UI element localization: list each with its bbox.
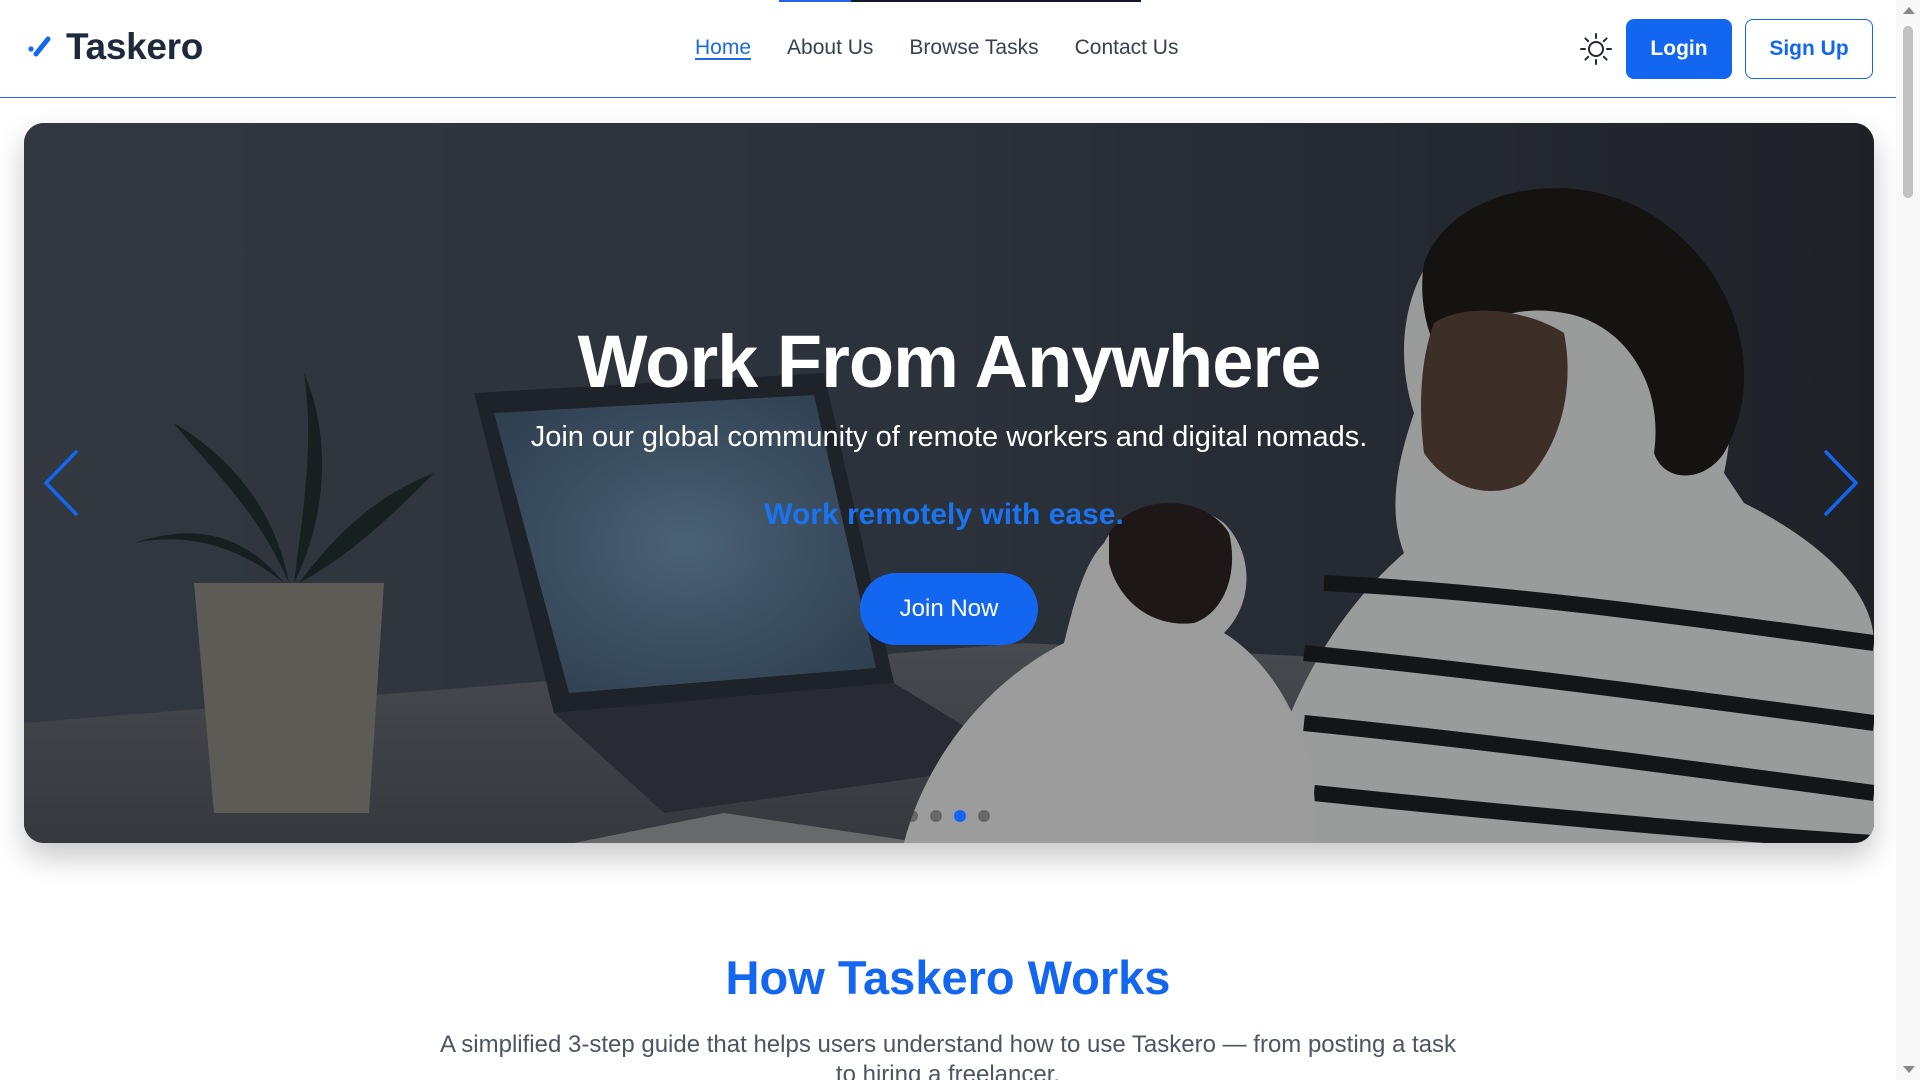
sun-icon[interactable] [1579,32,1613,66]
how-it-works-description: A simplified 3-step guide that helps use… [439,1031,1457,1080]
chevron-left-icon[interactable] [38,448,88,518]
hero-title: Work From Anywhere [577,320,1322,403]
carousel-dot-1[interactable] [906,810,918,822]
brand-logo[interactable]: Taskero [26,26,203,68]
carousel-indicators [906,810,990,822]
nav-link-about-us[interactable]: About Us [787,36,873,60]
page-loading-bar [779,0,1141,2]
nav-link-home[interactable]: Home [695,36,751,60]
login-button[interactable]: Login [1626,19,1732,79]
hero-dark-overlay [24,123,1874,843]
loading-progress [779,0,851,2]
carousel-dot-2[interactable] [930,810,942,822]
carousel-dot-4[interactable] [978,810,990,822]
how-it-works-title: How Taskero Works [725,951,1171,1004]
scroll-thumb[interactable] [1903,26,1913,198]
page-scrollbar[interactable] [1896,0,1920,1080]
brand-name: Taskero [66,26,204,67]
scroll-up-arrow-icon[interactable] [1903,7,1915,14]
nav-link-browse-tasks[interactable]: Browse Tasks [909,36,1038,60]
site-header: Taskero Home About Us Browse Tasks Conta… [0,0,1896,98]
checkmark-icon [28,36,51,57]
main-nav: Home About Us Browse Tasks Contact Us [695,36,1178,60]
scroll-down-arrow-icon[interactable] [1903,1066,1915,1073]
nav-link-contact-us[interactable]: Contact Us [1075,36,1179,60]
join-now-button[interactable]: Join Now [860,573,1038,645]
hero-carousel: Work From Anywhere Join our global commu… [24,123,1874,843]
hero-subtitle: Join our global community of remote work… [530,421,1368,453]
hero-tagline: Work remotely with ease. [764,498,1124,531]
carousel-dot-3[interactable] [954,810,966,822]
signup-button[interactable]: Sign Up [1745,19,1873,79]
chevron-right-icon[interactable] [1814,448,1864,518]
